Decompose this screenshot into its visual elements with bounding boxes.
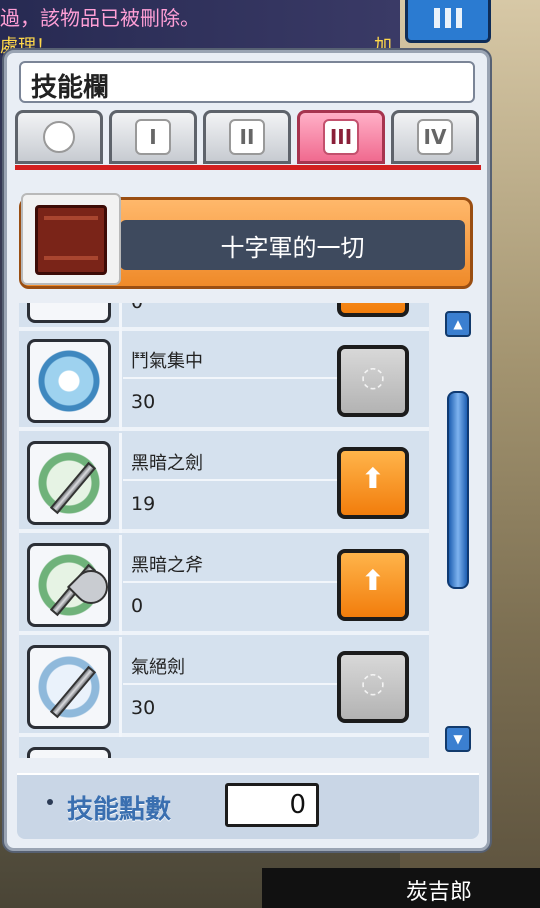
list-item: 0 ⬆ — [19, 303, 429, 331]
axe-icon[interactable] — [27, 543, 116, 627]
scroll-thumb[interactable] — [447, 391, 469, 589]
up-arrow-icon: ⬆ — [361, 462, 385, 495]
row-divider — [123, 377, 339, 379]
blade — [49, 665, 97, 719]
row-divider — [123, 479, 339, 481]
skill-up-button[interactable]: ◌ — [337, 651, 409, 723]
window-title: 技能欄 — [31, 73, 110, 103]
row-divider — [123, 683, 339, 685]
list-item — [19, 739, 429, 758]
tab-label: IV — [417, 119, 453, 155]
scrollbar[interactable]: ▲ ▼ — [445, 311, 471, 752]
skill-level: 30 — [131, 391, 156, 413]
skill-level: 0 — [131, 303, 143, 313]
up-arrow-icon: ◌ — [360, 666, 386, 699]
tab-divider — [15, 165, 481, 170]
sword-icon[interactable] — [27, 441, 111, 525]
skill-up-button[interactable]: ⬆ — [337, 549, 409, 621]
row-divider — [119, 331, 122, 431]
skill-name: 氣絕劍 — [131, 657, 185, 678]
blade — [49, 461, 97, 515]
tab-label: II — [229, 119, 265, 155]
row-divider — [119, 637, 122, 737]
list-item: 黑暗之斧 0 ⬆ — [19, 535, 429, 635]
row-divider — [119, 535, 122, 635]
skill-window: 技能欄 I II III IV 十字軍的一切 0 ⬆ — [4, 50, 490, 851]
list-item: 黑暗之劍 19 ⬆ — [19, 433, 429, 533]
book-name-box: 十字軍的一切 — [120, 220, 465, 270]
job-tabs: I II III IV — [15, 110, 479, 164]
sword-icon — [36, 654, 102, 720]
character-name-tag: 炭吉郎 — [262, 868, 540, 908]
tab-job-4[interactable]: IV — [391, 110, 479, 164]
tab-job-2[interactable]: II — [203, 110, 291, 164]
row-divider — [119, 303, 122, 331]
tab-job-1[interactable]: I — [109, 110, 197, 164]
skill-level: 0 — [131, 595, 144, 617]
axe-head — [66, 562, 116, 612]
list-item: 鬥氣集中 30 ◌ — [19, 331, 429, 431]
skill-level: 19 — [131, 493, 156, 515]
skill-up-button[interactable]: ⬆ — [337, 303, 409, 317]
skill-points-bar: 技能點數 0 — [17, 773, 479, 839]
up-arrow-icon: ⬆ — [361, 564, 385, 597]
title-bar[interactable]: 技能欄 — [19, 61, 475, 103]
skill-name: 鬥氣集中 — [131, 351, 203, 372]
skill-points-label: 技能點數 — [67, 795, 172, 825]
book-cover — [35, 205, 107, 275]
tab-label: III — [323, 119, 359, 155]
book-name: 十字軍的一切 — [220, 233, 365, 262]
book-icon — [21, 193, 121, 285]
scroll-up-button[interactable]: ▲ — [445, 311, 471, 337]
skill-list: 0 ⬆ 鬥氣集中 30 ◌ 黑暗之劍 19 ⬆ 黑暗之斧 0 ⬆ — [19, 303, 429, 758]
skill-up-button[interactable]: ◌ — [337, 345, 409, 417]
skill-up-button[interactable]: ⬆ — [337, 447, 409, 519]
character-name: 炭吉郎 — [405, 880, 472, 905]
combo-attack-icon — [36, 348, 102, 414]
tab-job-3[interactable]: III — [297, 110, 385, 164]
chat-area: 過，該物品已被刪除。 處理！ 加 — [0, 0, 400, 57]
skill-icon[interactable] — [27, 747, 111, 758]
circle-icon — [43, 121, 75, 153]
skill-icon[interactable] — [27, 303, 111, 323]
list-item: 氣絕劍 30 ◌ — [19, 637, 429, 737]
tab-label: I — [135, 119, 171, 155]
combo-attack-icon[interactable] — [27, 339, 111, 423]
skill-level: 30 — [131, 697, 156, 719]
skill-name: 黑暗之斧 — [131, 555, 203, 576]
skill-points-value: 0 — [289, 790, 306, 820]
skill-name: 黑暗之劍 — [131, 453, 203, 474]
chat-message: 過，該物品已被刪除。 — [0, 6, 200, 30]
row-divider — [123, 581, 339, 583]
sword-icon[interactable] — [27, 645, 111, 729]
row-divider — [119, 433, 122, 533]
axe-icon — [36, 552, 116, 618]
tab-beginner[interactable] — [15, 110, 103, 164]
sword-icon — [36, 450, 102, 516]
minimap-button[interactable] — [405, 0, 491, 43]
bullet-icon — [47, 799, 53, 805]
scroll-down-button[interactable]: ▼ — [445, 726, 471, 752]
up-arrow-icon: ◌ — [360, 360, 386, 393]
skill-points-box: 0 — [225, 783, 319, 827]
